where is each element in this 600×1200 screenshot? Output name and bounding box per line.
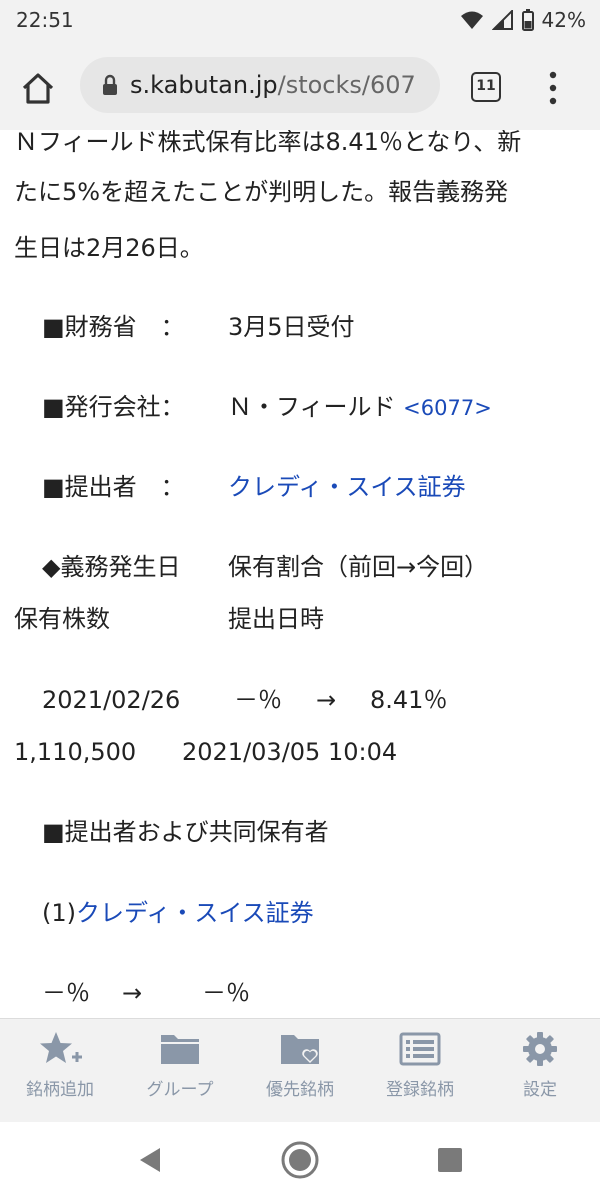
tab-label: 優先銘柄 xyxy=(266,1080,334,1100)
home-circle-icon[interactable] xyxy=(280,1140,320,1180)
issuer-name: Ｎ・フィールド xyxy=(228,393,396,421)
row-prev-ratio: －％ xyxy=(234,686,282,714)
tab-label: 銘柄追加 xyxy=(26,1080,94,1100)
recents-icon[interactable] xyxy=(436,1146,464,1174)
back-icon[interactable] xyxy=(136,1142,164,1178)
more-menu-icon xyxy=(549,71,557,105)
filer-label: ■提出者 ： xyxy=(42,473,185,501)
article-body: Ｎフィールド株式保有比率は8.41％となり、新 たに5%を超えたことが判明した。… xyxy=(0,130,600,1018)
issuer-label: ■発行会社： xyxy=(42,393,185,421)
gear-icon xyxy=(523,1032,557,1066)
lock-icon xyxy=(103,74,117,95)
list-icon xyxy=(399,1032,441,1066)
system-nav-bar xyxy=(0,1122,600,1200)
row-arrow: → xyxy=(316,686,337,714)
star-plus-icon xyxy=(40,1032,82,1063)
home-button[interactable] xyxy=(18,68,58,108)
tab-registered-stocks[interactable]: 登録銘柄 xyxy=(360,1019,480,1123)
joint-curr-ratio: －％ xyxy=(202,979,250,1007)
browser-toolbar: s.kabutan.jp/stocks/607 11 xyxy=(0,40,600,130)
table-header-ratio: 保有割合（前回→今回） xyxy=(228,553,489,581)
row-submitted: 2021/03/05 10:04 xyxy=(182,738,398,766)
joint-prev-ratio: －％ xyxy=(42,979,90,1007)
row-date: 2021/02/26 xyxy=(42,686,181,714)
joint-holder-item: (1)クレディ・スイス証券 xyxy=(42,897,314,929)
joint-arrow: → xyxy=(122,979,143,1007)
tab-group[interactable]: グループ xyxy=(120,1019,240,1123)
article-text-line: たに5%を超えたことが判明した。報告義務発 xyxy=(14,178,509,206)
address-bar[interactable]: s.kabutan.jp/stocks/607 xyxy=(80,57,440,113)
table-header-submitted: 提出日時 xyxy=(228,605,324,633)
tab-add-stock[interactable]: 銘柄追加 xyxy=(0,1019,120,1123)
app-tab-bar: 銘柄追加 グループ 優先銘柄 登録銘柄 設定 xyxy=(0,1018,600,1122)
url-text: s.kabutan.jp/stocks/607 xyxy=(130,71,416,99)
article-text-line: 生日は2月26日。 xyxy=(14,234,204,262)
more-menu-button[interactable] xyxy=(545,70,561,106)
folder-heart-icon xyxy=(281,1035,319,1064)
status-bar: 22:51 42% xyxy=(0,0,600,40)
tabs-icon[interactable]: 11 xyxy=(471,72,501,102)
joint-holder-index: (1) xyxy=(42,899,76,927)
tab-label: グループ xyxy=(146,1080,214,1100)
table-header-date: ◆義務発生日 xyxy=(42,553,181,581)
ministry-label: ■財務省 ： xyxy=(42,313,185,341)
folder-icon xyxy=(161,1035,199,1064)
tab-label: 登録銘柄 xyxy=(386,1080,454,1100)
issuer-code-link[interactable]: <6077> xyxy=(403,396,492,420)
wifi-icon xyxy=(460,11,483,29)
tab-priority-stocks[interactable]: 優先銘柄 xyxy=(240,1019,360,1123)
joint-holders-title: ■提出者および共同保有者 xyxy=(42,818,329,846)
url-domain: s.kabutan.jp xyxy=(130,71,278,99)
ministry-value: 3月5日受付 xyxy=(228,313,355,341)
battery-percent: 42% xyxy=(541,8,586,32)
issuer-value: Ｎ・フィールド <6077> xyxy=(228,391,492,424)
signal-icon xyxy=(491,10,513,30)
tab-settings[interactable]: 設定 xyxy=(480,1019,600,1123)
tab-label: 設定 xyxy=(523,1080,557,1100)
row-shares: 1,110,500 xyxy=(14,738,137,766)
row-curr-ratio: 8.41％ xyxy=(370,686,448,714)
url-path: /stocks/607 xyxy=(277,71,416,99)
filer-link[interactable]: クレディ・スイス証券 xyxy=(228,471,466,503)
status-time: 22:51 xyxy=(16,8,74,32)
article-text-line: Ｎフィールド株式保有比率は8.41％となり、新 xyxy=(14,130,522,156)
table-header-shares: 保有株数 xyxy=(14,605,110,633)
joint-holder-link[interactable]: クレディ・スイス証券 xyxy=(76,899,314,927)
home-icon xyxy=(22,73,54,104)
status-icons: 42% xyxy=(460,8,586,32)
battery-icon xyxy=(521,9,534,31)
